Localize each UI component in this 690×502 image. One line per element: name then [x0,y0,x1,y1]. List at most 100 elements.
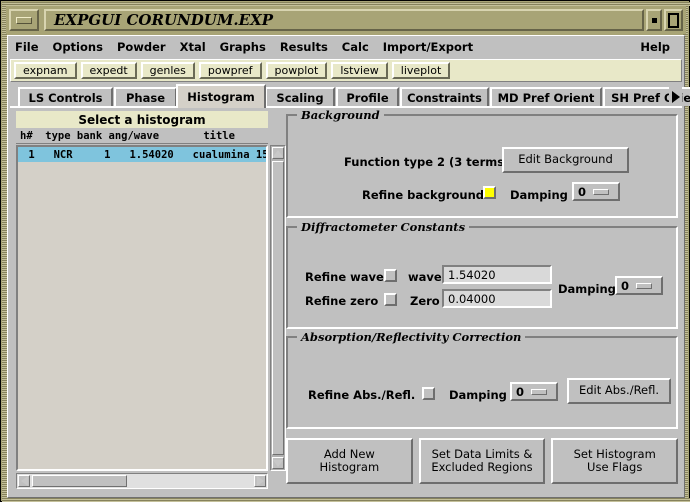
toolbar-button-genles[interactable]: genles [140,62,195,79]
absorption-group-label: Absorption/Reflectivity Correction [297,330,526,344]
diffractometer-damping-value: 0 [621,278,630,293]
tab-constraints[interactable]: Constraints [400,87,489,106]
add-new-histogram-line2: Histogram [319,460,380,474]
diffractometer-constants-group: Diffractometer Constants Refine wave wav… [286,220,678,329]
window-title-text: EXPGUI CORUNDUM.EXP [54,11,274,29]
toolbar-button-powplot[interactable]: powplot [265,62,328,79]
chevron-right-icon [671,90,680,103]
title-bar: EXPGUI CORUNDUM.EXP [6,6,686,34]
refine-zero-checkbox[interactable] [384,293,397,306]
refine-background-checkbox[interactable] [483,186,496,199]
histogram-list[interactable]: 1 NCR 1 1.54020 cualumina 15' Cu [16,145,268,471]
refine-absorption-label: Refine Abs./Refl. [308,388,416,402]
menu-xtal[interactable]: Xtal [173,38,213,56]
menu-file[interactable]: File [8,38,46,56]
histogram-action-buttons: Add New Histogram Set Data Limits & Excl… [286,438,679,494]
window-menu-icon [16,16,32,24]
tab-profile[interactable]: Profile [336,87,399,106]
menu-help[interactable]: Help [633,38,677,56]
background-group-label: Background [297,108,384,122]
scroll-right-icon [256,476,264,486]
histogram-page: Select a histogram h# type bank ang/wave… [10,106,682,497]
histogram-list-columns: h# type bank ang/wave title [16,128,268,144]
scroll-down-button[interactable] [272,457,284,469]
scroll-right-button[interactable] [254,475,266,487]
menu-calc[interactable]: Calc [335,38,376,56]
tab-phase[interactable]: Phase [114,87,177,106]
menu-bar: File Options Powder Xtal Graphs Results … [8,36,684,58]
wave-input[interactable]: 1.54020 [442,265,552,284]
maximize-icon [668,12,679,28]
scroll-left-button[interactable] [18,475,30,487]
refine-zero-label: Refine zero [305,294,379,308]
toolbar-button-powpref[interactable]: powpref [198,62,262,79]
scroll-up-button[interactable] [272,147,284,159]
background-damping-optionmenu[interactable]: 0 [572,182,620,201]
add-new-histogram-line1: Add New [323,446,375,461]
diffractometer-damping-optionmenu[interactable]: 0 [615,276,663,295]
absorption-damping-label: Damping [449,388,507,402]
absorption-damping-optionmenu[interactable]: 0 [510,382,558,401]
iconify-button[interactable] [646,9,662,31]
window-menu-button[interactable] [9,9,39,31]
scroll-down-icon [273,459,283,467]
toolbar-button-expedt[interactable]: expedt [80,62,137,79]
refine-background-label: Refine background [362,188,485,202]
refine-wave-checkbox[interactable] [384,269,397,282]
horizontal-scrollbar-thumb[interactable] [32,475,127,487]
set-data-limits-button[interactable]: Set Data Limits & Excluded Regions [418,438,546,484]
background-group: Background Function type 2 (3 terms) Edi… [286,108,678,218]
refine-wave-label: Refine wave [305,270,384,284]
tab-bar: LS Controls Phase Histogram Scaling Prof… [10,84,690,108]
background-damping-value: 0 [578,184,587,199]
application-window: EXPGUI CORUNDUM.EXP File Options Powder … [0,0,690,502]
set-histogram-use-flags-button[interactable]: Set Histogram Use Flags [551,438,679,484]
tool-bar: expnam expedt genles powpref powplot lst… [10,59,682,82]
scroll-left-icon [20,476,28,486]
set-data-limits-line2: Excluded Regions [431,460,533,474]
absorption-correction-group: Absorption/Reflectivity Correction Refin… [286,330,678,429]
background-damping-label: Damping [510,188,568,202]
zero-label: Zero [410,294,440,308]
toolbar-button-expnam[interactable]: expnam [14,62,77,79]
set-data-limits-line1: Set Data Limits & [431,446,533,461]
edit-absorption-button[interactable]: Edit Abs./Refl. [567,378,671,404]
client-area: File Options Powder Xtal Graphs Results … [7,35,690,498]
menu-graphs[interactable]: Graphs [213,38,273,56]
tab-scaling[interactable]: Scaling [265,87,335,106]
absorption-damping-value: 0 [516,384,525,399]
tab-md-pref-orient[interactable]: MD Pref Orient [490,87,602,106]
toolbar-button-liveplot[interactable]: liveplot [391,62,451,79]
background-function-type-label: Function type 2 (3 terms) [344,155,510,169]
tab-histogram[interactable]: Histogram [176,84,266,108]
menu-options[interactable]: Options [46,38,110,56]
wave-label: wave [408,270,442,284]
vertical-scrollbar-thumb[interactable] [272,161,284,455]
toolbar-button-lstview[interactable]: lstview [331,62,388,79]
optionmenu-indicator-icon [636,282,653,289]
zero-input[interactable]: 0.04000 [442,289,552,308]
diffractometer-damping-label: Damping [558,282,616,296]
iconify-icon [651,17,657,23]
histogram-list-title: Select a histogram [16,111,268,128]
histogram-list-vertical-scrollbar[interactable] [270,145,286,471]
window-title-field: EXPGUI CORUNDUM.EXP [44,9,644,31]
optionmenu-indicator-icon [531,388,548,395]
refine-absorption-checkbox[interactable] [422,387,435,400]
menu-powder[interactable]: Powder [110,38,173,56]
histogram-list-row[interactable]: 1 NCR 1 1.54020 cualumina 15' Cu [18,147,266,162]
histogram-list-horizontal-scrollbar[interactable] [16,473,268,489]
set-use-flags-line1: Set Histogram [573,446,656,461]
maximize-button[interactable] [664,9,683,31]
window-frame-bottom [2,498,690,502]
edit-background-button[interactable]: Edit Background [502,147,629,173]
set-use-flags-line2: Use Flags [587,460,643,474]
menu-results[interactable]: Results [273,38,335,56]
scroll-up-icon [273,149,283,157]
menu-import-export[interactable]: Import/Export [376,38,480,56]
tab-scroll-right-button[interactable] [669,87,682,106]
tab-ls-controls[interactable]: LS Controls [18,87,113,106]
diffractometer-group-label: Diffractometer Constants [297,220,470,234]
add-new-histogram-button[interactable]: Add New Histogram [286,438,413,484]
optionmenu-indicator-icon [593,188,610,195]
